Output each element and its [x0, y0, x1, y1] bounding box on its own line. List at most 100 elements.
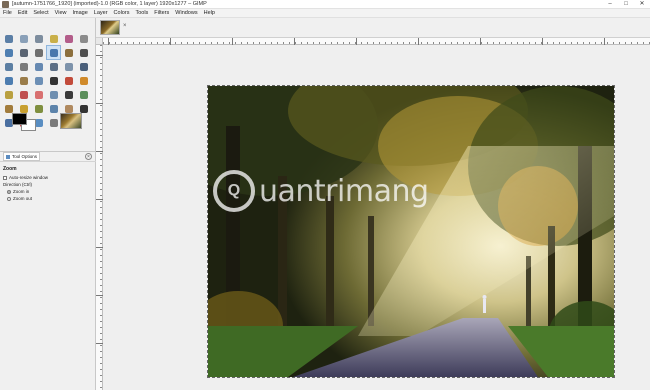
tool-button-flip[interactable] [2, 74, 15, 87]
tool-button-scissors-select[interactable] [77, 32, 90, 45]
tool-button-text[interactable] [47, 74, 60, 87]
menu-view[interactable]: View [55, 10, 67, 16]
crop-icon [19, 62, 28, 71]
tool-button-mypaint-brush[interactable] [77, 88, 90, 101]
window-title: [autumn-1751766_1920] (imported)-1.0 (RG… [12, 1, 207, 7]
tool-button-align[interactable] [2, 60, 15, 73]
menu-windows[interactable]: Windows [175, 10, 197, 16]
airbrush-icon [49, 90, 58, 99]
menu-tools[interactable]: Tools [135, 10, 148, 16]
tool-button-blur[interactable] [47, 102, 60, 115]
tool-button-pencil[interactable] [2, 88, 15, 101]
title-bar: [autumn-1751766_1920] (imported)-1.0 (RG… [0, 0, 650, 9]
tool-options-panel: Zoom Auto-resize window Direction (Ctrl)… [3, 166, 95, 203]
tool-button-airbrush[interactable] [47, 88, 60, 101]
active-image-preview[interactable] [60, 113, 82, 129]
zoom-in-radio[interactable] [7, 189, 11, 194]
auto-resize-checkbox[interactable] [3, 175, 7, 180]
ruler-major-tick [96, 199, 103, 200]
foreground-color-swatch[interactable] [12, 113, 27, 125]
image-tab-thumbnail[interactable] [100, 20, 120, 35]
tool-button-ink[interactable] [62, 88, 75, 101]
ruler-major-tick [232, 38, 233, 45]
window-controls: – □ ✕ [602, 0, 650, 9]
menu-edit[interactable]: Edit [18, 10, 27, 16]
eraser-icon [34, 90, 43, 99]
image-tab-strip: × [96, 18, 650, 38]
menu-bar: File Edit Select View Image Layer Colors… [0, 9, 650, 18]
tool-button-select-by-color[interactable] [62, 32, 75, 45]
tool-button-scale[interactable] [47, 60, 60, 73]
vertical-ruler[interactable] [96, 45, 103, 390]
tool-button-warp[interactable] [32, 74, 45, 87]
tool-button-paintbrush[interactable] [17, 88, 30, 101]
ruler-major-tick [418, 38, 419, 45]
ruler-major-tick [294, 38, 295, 45]
tab-tool-options-label: Tool Options [12, 154, 38, 159]
tool-button-foreground-select[interactable] [2, 46, 15, 59]
horizontal-ruler[interactable] [103, 38, 650, 45]
image-tab-close-icon[interactable]: × [123, 23, 127, 29]
minimize-button[interactable]: – [602, 0, 618, 9]
tool-button-ellipse-select[interactable] [17, 32, 30, 45]
tool-button-free-select[interactable] [32, 32, 45, 45]
tool-button-color-picker[interactable] [32, 46, 45, 59]
zoom-in-label: Zoom in [13, 189, 30, 194]
color-picker-icon [34, 48, 43, 57]
auto-resize-option[interactable]: Auto-resize window [3, 175, 95, 180]
menu-colors[interactable]: Colors [114, 10, 130, 16]
toolbox-dock: Tool Options × Zoom Auto-resize window D… [0, 18, 96, 390]
image-canvas[interactable] [207, 85, 615, 378]
tool-button-paths[interactable] [17, 46, 30, 59]
tool-button-fuzzy-select[interactable] [47, 32, 60, 45]
tool-button-bucket-fill[interactable] [62, 74, 75, 87]
ruler-major-tick [96, 247, 103, 248]
zoom-out-radio[interactable] [7, 196, 11, 201]
warp-icon [34, 76, 43, 85]
dock-close-icon[interactable]: × [85, 153, 92, 160]
tool-button-perspective[interactable] [77, 60, 90, 73]
bucket-fill-icon [64, 76, 73, 85]
tool-button-move[interactable] [77, 46, 90, 59]
ruler-major-tick [480, 38, 481, 45]
shear-icon [64, 62, 73, 71]
ruler-corner[interactable] [96, 38, 103, 45]
align-icon [4, 62, 13, 71]
tool-button-blend[interactable] [77, 74, 90, 87]
tool-button-rotate[interactable] [32, 60, 45, 73]
canvas-area[interactable]: Q uantrimang [103, 45, 650, 390]
ellipse-select-icon [19, 34, 28, 43]
menu-filters[interactable]: Filters [154, 10, 169, 16]
menu-help[interactable]: Help [204, 10, 215, 16]
tool-button-rect-select[interactable] [2, 32, 15, 45]
tool-options-icon [6, 154, 10, 159]
menu-image[interactable]: Image [72, 10, 87, 16]
autumn-road-photo [208, 86, 614, 377]
tool-button-shear[interactable] [62, 60, 75, 73]
zoom-out-option[interactable]: Zoom out [3, 196, 95, 201]
tool-button-measure[interactable] [62, 46, 75, 59]
tool-button-cage[interactable] [17, 74, 30, 87]
flip-icon [4, 76, 13, 85]
menu-file[interactable]: File [3, 10, 12, 16]
menu-select[interactable]: Select [33, 10, 48, 16]
paintbrush-icon [19, 90, 28, 99]
move-icon [79, 48, 88, 57]
tool-button-eraser[interactable] [32, 88, 45, 101]
rect-select-icon [4, 34, 13, 43]
maximize-button[interactable]: □ [618, 0, 634, 9]
zoom-in-option[interactable]: Zoom in [3, 189, 95, 194]
dodge-burn-icon [79, 104, 88, 113]
tool-button-color-tool-d[interactable] [47, 116, 60, 129]
tool-button-zoom[interactable] [46, 45, 61, 60]
free-select-icon [34, 34, 43, 43]
close-button[interactable]: ✕ [634, 0, 650, 9]
dock-tabs: Tool Options × [0, 151, 96, 162]
tool-button-crop[interactable] [17, 60, 30, 73]
watermark-logo-icon: Q [213, 170, 255, 212]
tab-tool-options[interactable]: Tool Options [3, 152, 41, 161]
menu-layer[interactable]: Layer [94, 10, 108, 16]
blend-icon [79, 76, 88, 85]
paths-icon [19, 48, 28, 57]
zoom-icon [49, 48, 58, 57]
